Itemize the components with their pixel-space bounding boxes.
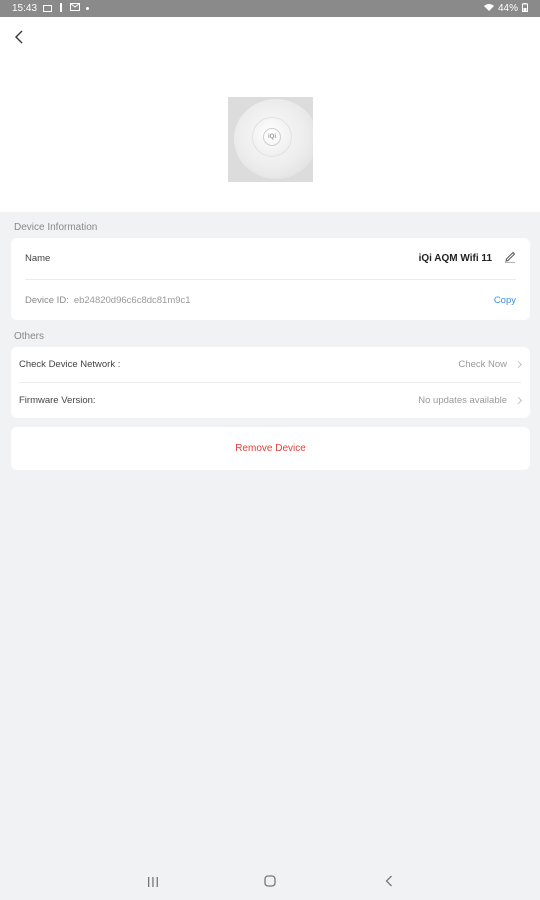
device-button: iQi [252, 117, 292, 157]
image-icon [43, 5, 53, 12]
check-now-action: Check Now [458, 359, 507, 370]
wifi-icon [483, 3, 494, 14]
device-information-card: Name iQi AQM Wifi 11 Device ID: eb24820d… [11, 238, 530, 320]
device-id-label: Device ID: [25, 294, 69, 306]
name-label: Name [25, 253, 51, 264]
check-device-network-row[interactable]: Check Device Network : Check Now [11, 347, 530, 382]
check-device-network-label: Check Device Network : [19, 359, 121, 370]
chevron-right-icon [514, 360, 523, 369]
notification-icon [58, 2, 64, 15]
back-button[interactable] [8, 28, 30, 50]
device-body: iQi [234, 99, 313, 179]
others-card: Check Device Network : Check Now Firmwar… [11, 347, 530, 418]
dot-icon [86, 7, 90, 10]
section-title-others: Others [14, 331, 45, 342]
back-icon [385, 874, 393, 892]
nav-back-button[interactable] [382, 874, 396, 892]
device-id-row: Device ID: eb24820d96c6c8dc81m9c1 Copy [11, 280, 530, 320]
firmware-version-value: No updates available [418, 395, 507, 406]
status-time: 15:43 [12, 3, 38, 14]
firmware-version-row[interactable]: Firmware Version: No updates available [11, 383, 530, 418]
remove-device-card: Remove Device [11, 427, 530, 470]
device-image: iQi [228, 97, 313, 182]
copy-button[interactable]: Copy [494, 295, 516, 306]
battery-percent: 44% [497, 3, 518, 14]
recent-apps-icon [147, 874, 159, 892]
device-id-value: eb24820d96c6c8dc81m9c1 [73, 294, 191, 306]
chevron-right-icon [514, 396, 523, 405]
name-row: Name iQi AQM Wifi 11 [11, 238, 530, 279]
recent-apps-button[interactable] [146, 877, 160, 889]
home-button[interactable] [263, 874, 277, 892]
pencil-icon [504, 250, 516, 268]
chevron-left-icon [14, 30, 24, 49]
system-nav-bar [0, 866, 540, 900]
section-title-device-information: Device Information [14, 222, 98, 233]
edit-name-button[interactable] [504, 250, 516, 268]
mail-icon [70, 3, 81, 14]
device-name-value: iQi AQM Wifi 11 [418, 253, 492, 264]
device-logo-text: iQi [267, 134, 276, 140]
device-logo: iQi [263, 128, 281, 146]
status-bar: 15:43 44% [0, 0, 540, 17]
battery-icon [522, 2, 528, 15]
firmware-version-label: Firmware Version: [19, 395, 96, 406]
home-icon [264, 874, 276, 892]
remove-device-button[interactable]: Remove Device [235, 443, 306, 454]
